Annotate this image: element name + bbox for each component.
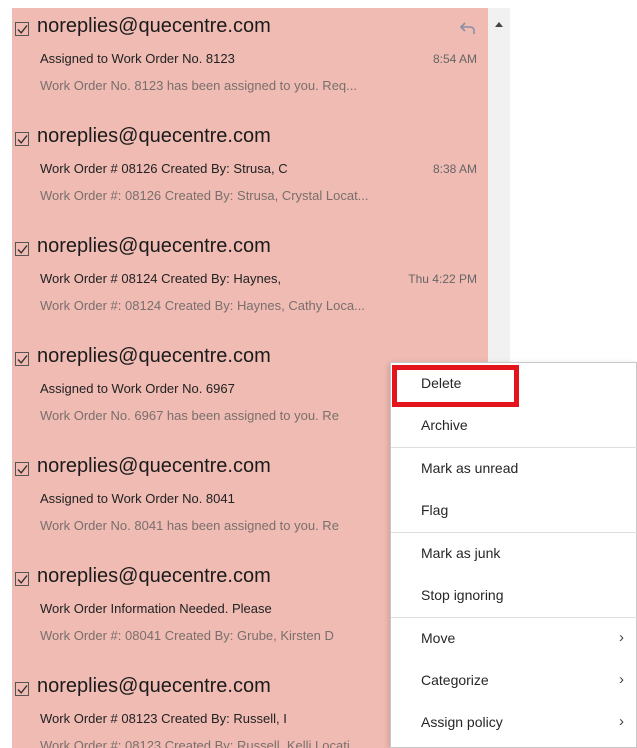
email-preview: Work Order #: 08123 Created By: Russell,… bbox=[40, 738, 361, 748]
chevron-right-icon: › bbox=[619, 713, 624, 730]
email-subject: Work Order # 08123 Created By: Russell, … bbox=[40, 711, 287, 726]
checkbox-icon[interactable] bbox=[15, 462, 29, 476]
menu-item-archive[interactable]: Archive bbox=[391, 405, 637, 447]
email-time: 8:54 AM bbox=[432, 52, 477, 66]
scroll-up-arrow-icon[interactable] bbox=[495, 22, 503, 27]
email-subject: Work Order # 08124 Created By: Haynes, bbox=[40, 271, 282, 286]
email-subject: Assigned to Work Order No. 6967 bbox=[40, 381, 235, 396]
menu-item-mark-as-unread[interactable]: Mark as unread bbox=[391, 448, 637, 490]
checkbox-icon[interactable] bbox=[15, 242, 29, 256]
checkbox-icon[interactable] bbox=[15, 352, 29, 366]
menu-item-assign-policy[interactable]: Assign policy › bbox=[391, 702, 637, 744]
email-time: 8:38 AM bbox=[432, 162, 477, 176]
email-item[interactable]: noreplies@quecentre.com Work Order # 081… bbox=[12, 118, 488, 228]
menu-item-stop-ignoring[interactable]: Stop ignoring bbox=[391, 575, 637, 617]
email-subject: Work Order Information Needed. Please bbox=[40, 601, 272, 616]
email-preview: Work Order #: 08041 Created By: Grube, K… bbox=[40, 628, 334, 643]
email-preview: Work Order #: 08126 Created By: Strusa, … bbox=[40, 188, 369, 203]
menu-item-categorize[interactable]: Categorize › bbox=[391, 660, 637, 702]
email-preview: Work Order No. 6967 has been assigned to… bbox=[40, 408, 339, 423]
email-sender: noreplies@quecentre.com bbox=[37, 345, 271, 367]
email-preview: Work Order No. 8123 has been assigned to… bbox=[40, 78, 357, 93]
menu-item-flag[interactable]: Flag bbox=[391, 490, 637, 532]
email-preview: Work Order #: 08124 Created By: Haynes, … bbox=[40, 298, 365, 313]
checkbox-icon[interactable] bbox=[15, 572, 29, 586]
menu-item-mark-as-junk[interactable]: Mark as junk bbox=[391, 533, 637, 575]
email-time: Thu 4:22 PM bbox=[408, 272, 477, 286]
email-preview: Work Order No. 8041 has been assigned to… bbox=[40, 518, 339, 533]
menu-item-delete[interactable]: Delete bbox=[391, 363, 637, 405]
email-sender: noreplies@quecentre.com bbox=[37, 235, 271, 257]
chevron-right-icon: › bbox=[619, 629, 624, 646]
context-menu: Delete Archive Mark as unread Flag Mark … bbox=[390, 362, 637, 748]
email-sender: noreplies@quecentre.com bbox=[37, 565, 271, 587]
email-subject: Assigned to Work Order No. 8041 bbox=[40, 491, 235, 506]
checkbox-icon[interactable] bbox=[15, 682, 29, 696]
email-item[interactable]: noreplies@quecentre.com Work Order # 081… bbox=[12, 228, 488, 338]
email-sender: noreplies@quecentre.com bbox=[37, 675, 271, 697]
reply-arrow-icon bbox=[458, 20, 478, 36]
email-item[interactable]: noreplies@quecentre.com Assigned to Work… bbox=[12, 8, 488, 118]
menu-item-move[interactable]: Move › bbox=[391, 618, 637, 660]
checkbox-icon[interactable] bbox=[15, 132, 29, 146]
email-subject: Work Order # 08126 Created By: Strusa, C bbox=[40, 161, 288, 176]
chevron-right-icon: › bbox=[619, 671, 624, 688]
email-subject: Assigned to Work Order No. 8123 bbox=[40, 51, 235, 66]
email-sender: noreplies@quecentre.com bbox=[37, 15, 271, 37]
email-sender: noreplies@quecentre.com bbox=[37, 455, 271, 477]
checkbox-icon[interactable] bbox=[15, 22, 29, 36]
email-sender: noreplies@quecentre.com bbox=[37, 125, 271, 147]
